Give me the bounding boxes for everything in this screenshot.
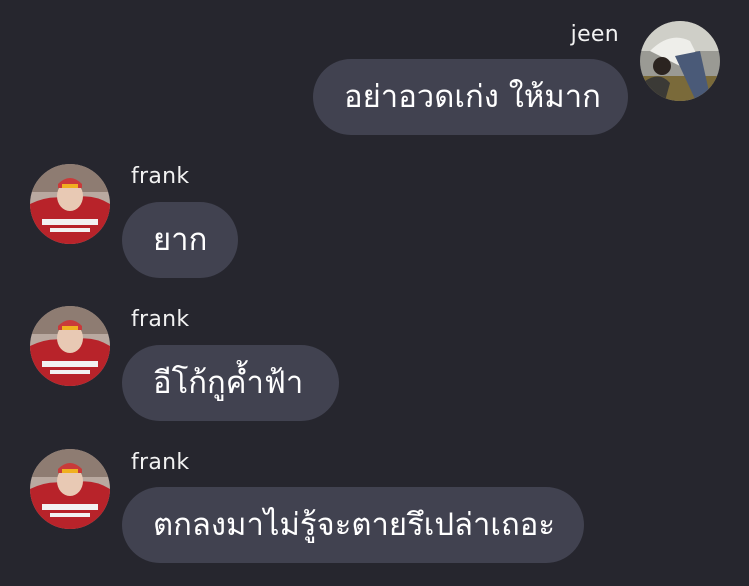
- avatar-frank[interactable]: [30, 449, 110, 529]
- avatar-photo-frank: [30, 449, 110, 529]
- avatar-frank[interactable]: [30, 164, 110, 244]
- message-frank: frank ยาก: [0, 150, 749, 290]
- message-bubble[interactable]: อย่าอวดเก่ง ให้มาก: [313, 59, 628, 135]
- avatar-photo-frank: [30, 164, 110, 244]
- message-frank: frank ตกลงมาไม่รู้จะตายรึเปล่าเถอะ: [0, 435, 749, 575]
- message-bubble[interactable]: อีโก้กูค้ำฟ้า: [122, 345, 339, 421]
- avatar-frank[interactable]: [30, 306, 110, 386]
- message-frank: frank อีโก้กูค้ำฟ้า: [0, 292, 749, 432]
- message-bubble[interactable]: ตกลงมาไม่รู้จะตายรึเปล่าเถอะ: [122, 487, 584, 563]
- message-text: ยาก: [153, 222, 208, 258]
- avatar-photo-jeen: [640, 21, 720, 101]
- message-bubble[interactable]: ยาก: [122, 202, 238, 278]
- sender-name: frank: [131, 164, 190, 189]
- message-text: อีโก้กูค้ำฟ้า: [153, 365, 304, 401]
- sender-name: jeen: [570, 22, 619, 47]
- message-text: ตกลงมาไม่รู้จะตายรึเปล่าเถอะ: [153, 507, 556, 543]
- sender-name: frank: [131, 307, 190, 332]
- avatar-jeen[interactable]: [640, 21, 720, 101]
- sender-name: frank: [131, 450, 190, 475]
- message-text: อย่าอวดเก่ง ให้มาก: [344, 79, 601, 115]
- chat-thread: jeen อย่าอวดเก่ง ให้มาก frank ยาก frank …: [0, 0, 749, 586]
- message-jeen: jeen อย่าอวดเก่ง ให้มาก: [0, 0, 749, 140]
- avatar-photo-frank: [30, 306, 110, 386]
